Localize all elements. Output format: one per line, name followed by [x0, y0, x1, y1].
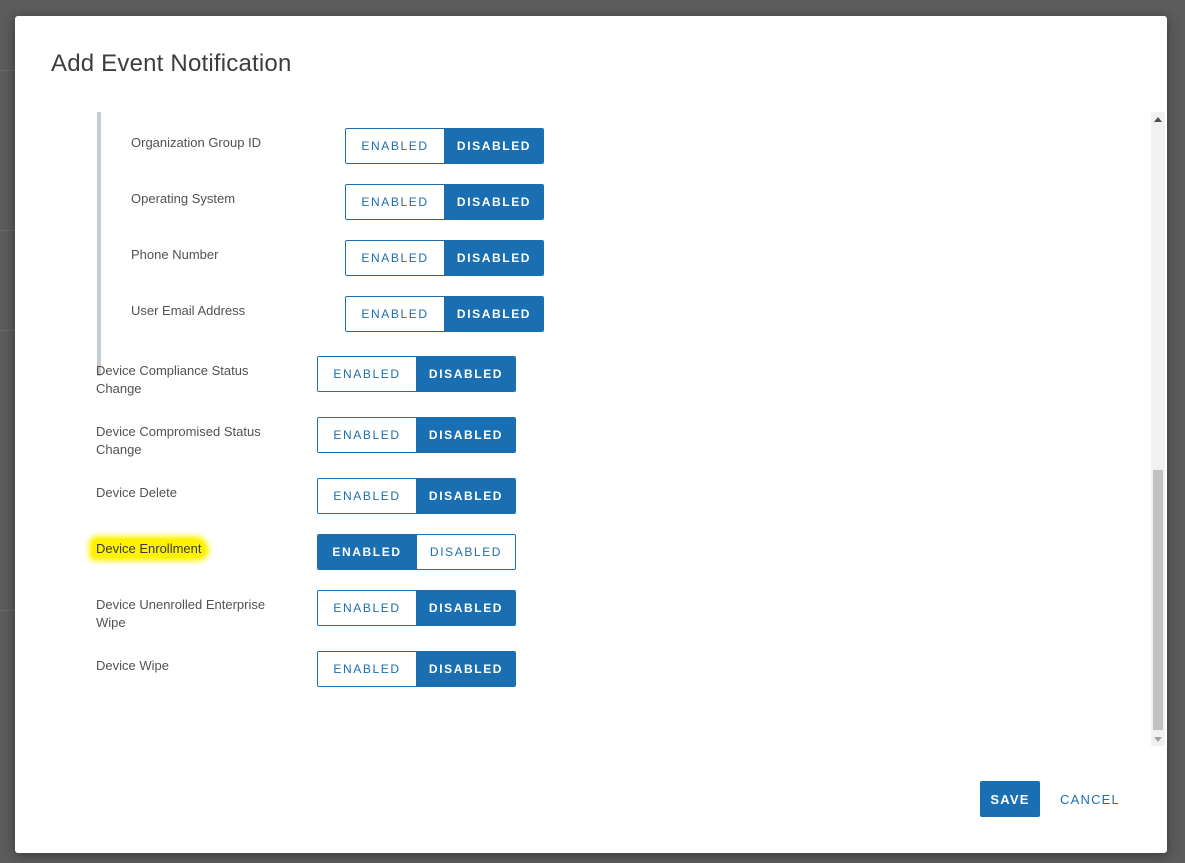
setting-label-text: Phone Number — [131, 247, 219, 262]
setting-label: Device Delete — [96, 484, 286, 502]
background-divider — [0, 610, 15, 611]
disabled-button[interactable]: DISABLED — [445, 241, 543, 275]
enabled-button[interactable]: ENABLED — [346, 185, 445, 219]
setting-label-text: Device Compromised Status Change — [96, 424, 261, 457]
disabled-button[interactable]: DISABLED — [445, 129, 543, 163]
setting-row: Device Unenrolled Enterprise Wipe ENABLED… — [15, 590, 1150, 630]
setting-label-text: Device Compliance Status Change — [96, 363, 249, 396]
disabled-button[interactable]: DISABLED — [417, 357, 515, 391]
setting-label-text: Organization Group ID — [131, 135, 262, 150]
enabled-button[interactable]: ENABLED — [318, 479, 417, 513]
sub-setting-row: Organization Group ID ENABLED DISABLED — [15, 128, 1150, 164]
setting-label: User Email Address — [131, 302, 321, 320]
background-divider — [0, 230, 15, 231]
scroll-down-arrow-icon[interactable] — [1151, 732, 1165, 746]
setting-row: Device Wipe ENABLED DISABLED — [15, 651, 1150, 687]
enabled-disabled-toggle: ENABLED DISABLED — [345, 128, 544, 164]
background-divider — [0, 330, 15, 331]
setting-label-text: User Email Address — [131, 303, 246, 318]
enabled-button[interactable]: ENABLED — [318, 591, 417, 625]
setting-label: Device Wipe — [96, 657, 286, 675]
enabled-disabled-toggle: ENABLED DISABLED — [317, 590, 516, 626]
enabled-button[interactable]: ENABLED — [318, 357, 417, 391]
vertical-scrollbar[interactable] — [1151, 112, 1165, 746]
enabled-disabled-toggle: ENABLED DISABLED — [345, 296, 544, 332]
setting-label: Device Unenrolled Enterprise Wipe — [96, 596, 286, 632]
disabled-button[interactable]: DISABLED — [417, 418, 515, 452]
enabled-button[interactable]: ENABLED — [318, 652, 417, 686]
setting-label-text: Device Delete — [96, 485, 177, 500]
enabled-button[interactable]: ENABLED — [346, 129, 445, 163]
modal-scroll-area[interactable]: OwnershipENABLEDDISABLEDOrganization Gro… — [15, 112, 1150, 746]
setting-label-text: Device Unenrolled Enterprise Wipe — [96, 597, 266, 630]
modal-title: Add Event Notification — [51, 50, 292, 77]
enabled-disabled-toggle: ENABLED DISABLED — [317, 417, 516, 453]
enabled-button[interactable]: ENABLED — [346, 297, 445, 331]
setting-row: Device Compromised Status Change ENABLED D… — [15, 417, 1150, 457]
disabled-button[interactable]: DISABLED — [417, 479, 515, 513]
scroll-up-arrow-icon[interactable] — [1151, 112, 1165, 126]
enabled-disabled-toggle: ENABLED DISABLED — [317, 478, 516, 514]
setting-label-text: Operating System — [131, 191, 236, 206]
sub-setting-row: Phone Number ENABLED DISABLED — [15, 240, 1150, 276]
setting-label-text: Device Enrollment — [92, 539, 206, 558]
save-button[interactable]: SAVE — [980, 781, 1040, 817]
enabled-disabled-toggle: ENABLED DISABLED — [317, 356, 516, 392]
disabled-button[interactable]: DISABLED — [417, 591, 515, 625]
enabled-disabled-toggle: ENABLED DISABLED — [317, 534, 516, 570]
setting-label: Operating System — [131, 190, 321, 208]
enabled-button[interactable]: ENABLED — [346, 241, 445, 275]
setting-row: Device Enrollment ENABLED DISABLED — [15, 534, 1150, 570]
sub-setting-row: User Email Address ENABLED DISABLED — [15, 296, 1150, 332]
disabled-button[interactable]: DISABLED — [445, 297, 543, 331]
setting-label: Device Enrollment — [92, 539, 286, 558]
setting-label: Phone Number — [131, 246, 321, 264]
setting-label: Device Compliance Status Change — [96, 362, 286, 398]
enabled-disabled-toggle: ENABLED DISABLED — [317, 651, 516, 687]
add-event-notification-modal: Add Event Notification OwnershipENABLEDD… — [15, 16, 1167, 853]
background-divider — [0, 70, 15, 71]
setting-label: Organization Group ID — [131, 134, 321, 152]
scrollbar-thumb[interactable] — [1153, 470, 1163, 730]
enabled-button[interactable]: ENABLED — [318, 535, 417, 569]
sub-setting-row: Operating System ENABLED DISABLED — [15, 184, 1150, 220]
disabled-button[interactable]: DISABLED — [417, 652, 515, 686]
enabled-disabled-toggle: ENABLED DISABLED — [345, 184, 544, 220]
disabled-button[interactable]: DISABLED — [417, 535, 515, 569]
setting-row: Device Compliance Status Change ENABLED DI… — [15, 356, 1150, 396]
setting-row: Device Delete ENABLED DISABLED — [15, 478, 1150, 514]
enabled-disabled-toggle: ENABLED DISABLED — [345, 240, 544, 276]
setting-label-text: Device Wipe — [96, 658, 169, 673]
setting-label: Device Compromised Status Change — [96, 423, 286, 459]
cancel-button[interactable]: CANCEL — [1055, 781, 1125, 817]
disabled-button[interactable]: DISABLED — [445, 185, 543, 219]
enabled-button[interactable]: ENABLED — [318, 418, 417, 452]
